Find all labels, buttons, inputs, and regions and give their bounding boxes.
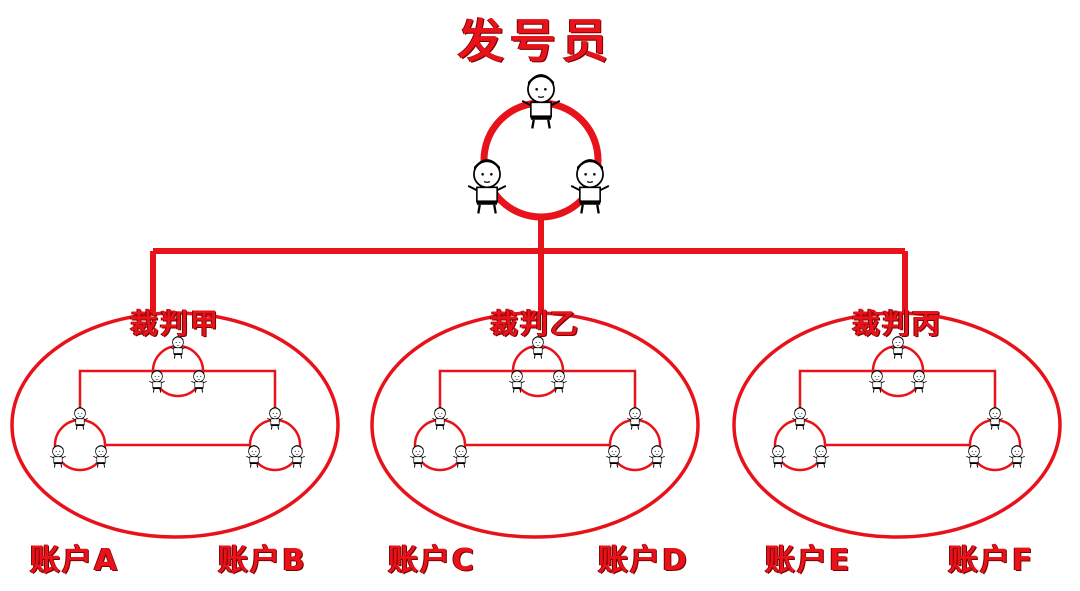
- node-figure-icon: [71, 406, 89, 431]
- node-figure-icon: [626, 406, 644, 431]
- node-figure-icon: [986, 406, 1004, 431]
- judge-label-1: 裁判甲: [130, 307, 221, 340]
- node-figure-icon: [791, 406, 809, 431]
- account-label-b: 账户B: [218, 543, 307, 578]
- hierarchy-diagram: [10, 72, 1062, 539]
- account-label-f: 账户F: [948, 543, 1035, 578]
- judge-group-2: [370, 311, 700, 539]
- judge-label-3: 裁判丙: [852, 307, 943, 340]
- account-label-a: 账户A: [30, 543, 120, 578]
- judge-label-2: 裁判乙: [490, 307, 581, 340]
- node-figure-icon: [431, 406, 449, 431]
- judge-group-3: [732, 311, 1062, 539]
- node-figure-icon: [266, 406, 284, 431]
- account-label-c: 账户C: [388, 543, 477, 578]
- dispatcher-title: 发号员: [458, 14, 614, 68]
- top-figure-icon: [466, 157, 508, 215]
- account-label-e: 账户E: [765, 543, 852, 578]
- account-label-d: 账户D: [598, 543, 689, 578]
- judge-group-1: [10, 311, 340, 539]
